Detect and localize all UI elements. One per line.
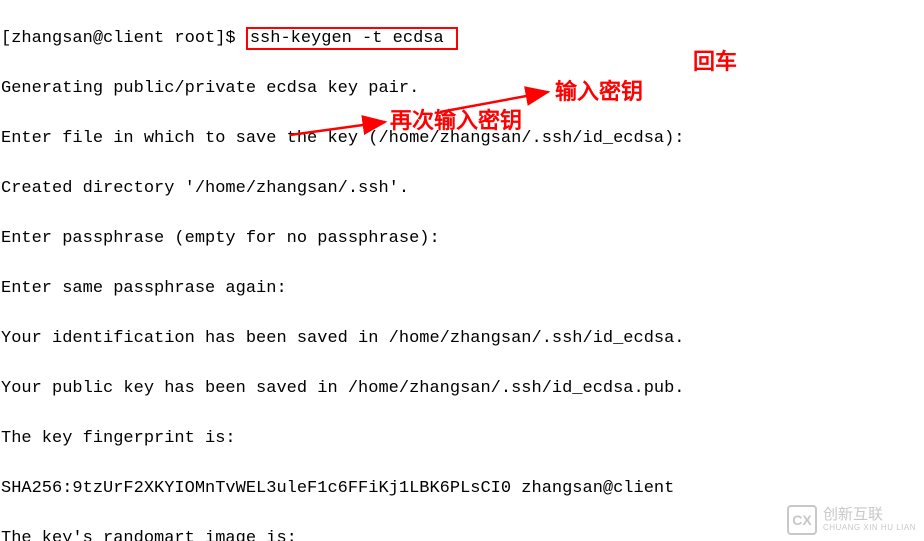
terminal-output[interactable]: [zhangsan@client root]$ ssh-keygen -t ec… <box>0 0 924 541</box>
command-highlight: ssh-keygen -t ecdsa <box>246 27 458 50</box>
line-2: Generating public/private ecdsa key pair… <box>1 76 923 101</box>
watermark-brand: 创新互联 <box>823 507 916 524</box>
line-1: [zhangsan@client root]$ ssh-keygen -t ec… <box>1 26 923 51</box>
watermark-logo: CX <box>787 505 817 535</box>
line-4: Created directory '/home/zhangsan/.ssh'. <box>1 176 923 201</box>
line-11: The key's randomart image is: <box>1 526 923 541</box>
line-5: Enter passphrase (empty for no passphras… <box>1 226 923 251</box>
line-3: Enter file in which to save the key (/ho… <box>1 126 923 151</box>
line-7: Your identification has been saved in /h… <box>1 326 923 351</box>
watermark-pinyin: CHUANG XIN HU LIAN <box>823 524 916 533</box>
line-9: The key fingerprint is: <box>1 426 923 451</box>
line-6: Enter same passphrase again: <box>1 276 923 301</box>
prompt: [zhangsan@client root]$ <box>1 29 246 48</box>
line-10: SHA256:9tzUrF2XKYIOMnTvWEL3uleF1c6FFiKj1… <box>1 476 923 501</box>
line-8: Your public key has been saved in /home/… <box>1 376 923 401</box>
watermark: CX 创新互联 CHUANG XIN HU LIAN <box>787 505 916 535</box>
